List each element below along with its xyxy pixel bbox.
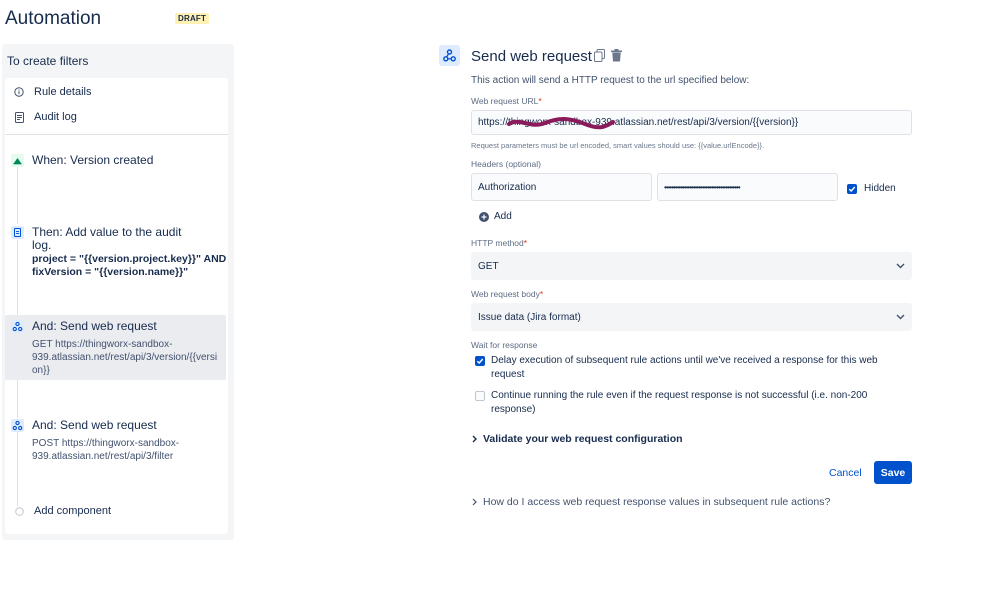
component-desc: 939.atlassian.net/rest/api/3/filter xyxy=(32,451,174,462)
component-desc: 939.atlassian.net/rest/api/3/version/{{v… xyxy=(32,352,218,363)
redaction-scribble xyxy=(507,117,615,130)
validate-label: Validate your web request configuration xyxy=(483,433,683,445)
timeline-connector xyxy=(17,166,18,224)
rule-details-label: Rule details xyxy=(34,86,92,98)
chevron-right-icon xyxy=(472,498,477,506)
url-label-text: Web request URL xyxy=(471,96,539,106)
body-label: Web request body* xyxy=(471,289,543,299)
body-value: Issue data (Jira format) xyxy=(478,311,581,323)
faq-label: How do I access web request response val… xyxy=(483,496,831,508)
copy-icon[interactable] xyxy=(594,49,605,62)
component-value-cont: fixVersion = "{{version.name}}" xyxy=(32,266,189,278)
component-desc: on}} xyxy=(32,365,50,376)
rule-details-link[interactable]: Rule details xyxy=(13,86,91,98)
add-component-button[interactable]: Add component xyxy=(13,505,111,517)
checkbox-checked-icon xyxy=(847,183,857,194)
page-title: Automation xyxy=(5,8,102,29)
wait-option-delay-label-cont: request xyxy=(491,369,525,380)
document-icon xyxy=(13,111,25,123)
url-label: Web request URL* xyxy=(471,96,542,106)
method-label: HTTP method* xyxy=(471,238,527,248)
timeline-connector xyxy=(17,432,18,506)
audit-icon xyxy=(11,226,24,239)
http-method-select[interactable]: GET xyxy=(471,252,912,280)
form-title: Send web request xyxy=(471,48,592,65)
hidden-checkbox[interactable]: Hidden xyxy=(847,181,896,196)
add-label: Add xyxy=(494,211,512,222)
component-title: And: Send web request xyxy=(32,319,157,333)
component-title-cont: log. xyxy=(32,238,52,252)
add-component-label: Add component xyxy=(34,505,112,517)
headers-label: Headers (optional) xyxy=(471,159,541,169)
checkbox-checked-icon xyxy=(475,356,485,366)
header-value-input[interactable]: ••••••••••••••••••••••••••••••••••••••••… xyxy=(657,173,838,201)
add-header-button[interactable]: Add xyxy=(479,211,512,222)
component-desc: GET https://thingworx-sandbox- xyxy=(32,339,173,350)
url-helper-text: Request parameters must be url encoded, … xyxy=(471,141,765,150)
required-asterisk: * xyxy=(539,289,544,299)
circle-outline-icon xyxy=(13,505,25,517)
draft-badge: DRAFT xyxy=(175,13,210,24)
divider xyxy=(5,134,228,135)
component-value: project = "{{version.project.key}}" AND xyxy=(32,253,227,265)
chevron-down-icon xyxy=(896,314,905,320)
add-circle-icon xyxy=(479,211,489,222)
required-asterisk: * xyxy=(523,238,528,248)
audit-log-link[interactable]: Audit log xyxy=(13,111,77,123)
trash-icon[interactable] xyxy=(611,49,622,62)
chevron-down-icon xyxy=(896,263,905,269)
header-name-value: Authorization xyxy=(478,181,537,193)
timeline-connector xyxy=(17,240,18,318)
wait-label: Wait for response xyxy=(471,340,538,350)
required-asterisk: * xyxy=(538,96,542,106)
wait-option-continue-label-cont: response) xyxy=(491,404,536,415)
component-title: Then: Add value to the audit xyxy=(32,225,182,239)
save-button[interactable]: Save xyxy=(874,461,912,484)
rule-name: To create filters xyxy=(7,54,89,68)
body-label-text: Web request body xyxy=(471,289,540,299)
webhook-icon xyxy=(11,419,24,432)
rule-components-card xyxy=(5,78,228,534)
component-desc: POST https://thingworx-sandbox- xyxy=(32,438,180,449)
wait-option-continue-label: Continue running the rule even if the re… xyxy=(491,390,868,401)
version-icon xyxy=(11,154,24,167)
validate-config-toggle[interactable]: Validate your web request configuration xyxy=(472,433,683,445)
header-value-masked: ••••••••••••••••••••••••••••••••••••••••… xyxy=(664,182,741,192)
method-value: GET xyxy=(478,260,499,272)
webhook-icon xyxy=(11,320,24,333)
method-label-text: HTTP method xyxy=(471,238,524,248)
web-request-body-select[interactable]: Issue data (Jira format) xyxy=(471,303,912,331)
component-title: When: Version created xyxy=(32,153,154,167)
checkbox-unchecked-icon xyxy=(475,391,485,401)
form-description: This action will send a HTTP request to … xyxy=(471,75,750,86)
webhook-icon xyxy=(439,45,460,66)
cancel-button[interactable]: Cancel xyxy=(829,467,862,479)
wait-option-delay-label: Delay execution of subsequent rule actio… xyxy=(491,355,878,366)
hidden-label: Hidden xyxy=(864,183,896,194)
component-title: And: Send web request xyxy=(32,418,157,432)
faq-toggle[interactable]: How do I access web request response val… xyxy=(472,496,830,508)
audit-log-label: Audit log xyxy=(34,111,77,123)
info-icon xyxy=(13,86,25,98)
chevron-right-icon xyxy=(472,435,477,443)
header-name-input[interactable]: Authorization xyxy=(471,173,652,201)
